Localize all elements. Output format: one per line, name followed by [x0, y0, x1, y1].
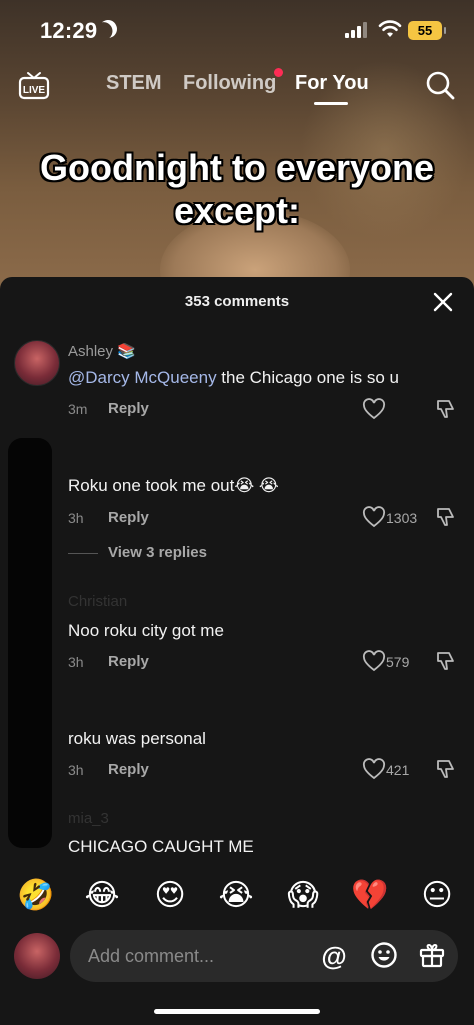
reply-button[interactable]: Reply: [108, 509, 149, 526]
comment-username[interactable]: Ashley 📚: [68, 342, 136, 360]
avatar[interactable]: [14, 933, 60, 979]
comment-username[interactable]: mia_3: [68, 810, 109, 827]
thumbs-down-icon[interactable]: [434, 650, 456, 672]
live-tv-icon[interactable]: LIVE: [18, 70, 50, 100]
emoji-button[interactable]: 💔: [350, 876, 390, 916]
reply-button[interactable]: Reply: [108, 653, 149, 670]
comment-text: roku was personal: [68, 729, 206, 748]
status-bar: 12:29 55: [0, 0, 474, 62]
like-count: 421: [386, 762, 410, 778]
battery-indicator: 55: [408, 21, 446, 40]
wifi-icon: [378, 20, 402, 37]
comment-count: 353 comments: [184, 293, 290, 310]
comment-mention[interactable]: @Darcy McQueeny: [68, 368, 217, 387]
gift-icon[interactable]: [418, 941, 446, 969]
status-time: 12:29: [40, 18, 98, 43]
heart-icon[interactable]: [362, 398, 386, 420]
comment-time: 3h: [68, 762, 84, 778]
live-label: LIVE: [23, 85, 46, 96]
avatar[interactable]: [14, 340, 60, 386]
emoji-button[interactable]: 😭: [216, 876, 256, 916]
emoji-button[interactable]: 😂: [82, 876, 122, 916]
smiley-icon[interactable]: [370, 941, 398, 969]
top-navigation: LIVE STEM Following For You: [0, 62, 474, 110]
moon-icon: [96, 17, 120, 41]
comment-input-box[interactable]: @: [70, 930, 458, 982]
redaction-mark: [8, 438, 52, 848]
thumbs-down-icon[interactable]: [434, 398, 456, 420]
comment-text: CHICAGO CAUGHT ME: [68, 837, 254, 856]
like-count: 579: [386, 654, 410, 670]
tab-stem[interactable]: STEM: [106, 72, 162, 95]
heart-icon[interactable]: [362, 758, 386, 780]
comment-time: 3m: [68, 401, 88, 417]
comment-time: 3h: [68, 510, 84, 526]
comments-header: 353 comments: [0, 277, 474, 327]
comment-text: @Darcy McQueeny the Chicago one is so u: [68, 368, 399, 388]
emoji-button[interactable]: 🤣: [16, 876, 56, 916]
video-caption: Goodnight to everyone except:: [39, 147, 434, 231]
reply-button[interactable]: Reply: [108, 761, 149, 778]
comment-text: Roku one took me out😭 😭: [68, 476, 279, 495]
emoji-button[interactable]: 😐: [417, 876, 457, 916]
notification-dot: [274, 68, 283, 77]
signal-icon: [345, 22, 371, 38]
comment-input-row: @: [0, 930, 474, 986]
comment-username[interactable]: Christian: [68, 593, 127, 610]
comment-input[interactable]: [88, 930, 308, 982]
comment-time: 3h: [68, 654, 84, 670]
like-count: 1303: [386, 510, 418, 526]
tab-following[interactable]: Following: [183, 72, 276, 95]
emoji-quick-bar: 🤣 😂 😍 😭 😱 💔 😐: [0, 876, 474, 920]
thumbs-down-icon[interactable]: [434, 506, 456, 528]
emoji-button[interactable]: 😍: [150, 876, 190, 916]
heart-icon[interactable]: [362, 506, 386, 528]
heart-icon[interactable]: [362, 650, 386, 672]
view-replies-button[interactable]: View 3 replies: [68, 544, 207, 561]
close-icon[interactable]: [432, 291, 454, 313]
thumbs-down-icon[interactable]: [434, 758, 456, 780]
comment-text: Noo roku city got me: [68, 621, 224, 640]
home-indicator[interactable]: [154, 1009, 320, 1014]
comment-body: the Chicago one is so u: [216, 368, 399, 387]
search-icon[interactable]: [425, 70, 455, 100]
mention-icon[interactable]: @: [320, 942, 348, 970]
emoji-button[interactable]: 😱: [283, 876, 323, 916]
active-tab-indicator: [314, 102, 348, 105]
tab-for-you[interactable]: For You: [295, 72, 369, 95]
reply-button[interactable]: Reply: [108, 400, 149, 417]
